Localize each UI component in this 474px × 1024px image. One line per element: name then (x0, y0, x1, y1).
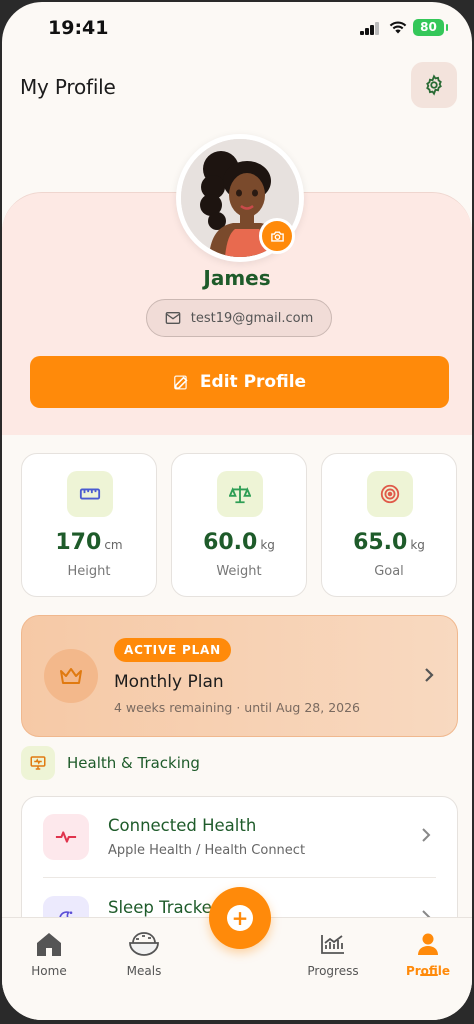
chart-icon (293, 928, 373, 960)
list-item-title: Sleep Tracker (108, 898, 219, 917)
user-name: James (203, 266, 271, 290)
camera-icon (270, 230, 284, 242)
heartbeat-icon (43, 814, 89, 860)
plus-icon: + (227, 905, 253, 931)
nav-label: Meals (126, 964, 162, 978)
edit-icon (174, 374, 188, 390)
mail-icon (165, 312, 181, 324)
change-photo-button[interactable] (259, 218, 295, 254)
stat-card-goal: 65.0 kg Goal (321, 453, 457, 597)
section-title: Health & Tracking (67, 754, 200, 772)
wifi-icon (389, 21, 407, 34)
edit-profile-button[interactable]: Edit Profile (30, 356, 449, 408)
stat-card-height: 170 cm Height (21, 453, 157, 597)
add-button[interactable]: + (209, 887, 271, 949)
plan-subtitle: 4 weeks remaining · until Aug 28, 2026 (114, 700, 361, 715)
divider (43, 877, 436, 878)
stat-unit: cm (104, 538, 123, 552)
stat-label: Goal (374, 564, 404, 579)
person-icon (388, 928, 468, 960)
nav-item-progress[interactable]: Progress (293, 928, 373, 978)
nav-item-home[interactable]: Home (9, 928, 89, 978)
list-item-title: Connected Health (108, 816, 257, 835)
plan-name: Monthly Plan (114, 672, 224, 692)
stat-label: Height (67, 564, 111, 579)
list-item-subtitle: Apple Health / Health Connect (108, 843, 306, 858)
page-title: My Profile (20, 75, 116, 99)
stat-label: Weight (216, 564, 262, 579)
app-screen: 19:41 80 My Profile James test19@gmail.c… (2, 2, 472, 1020)
ruler-icon (67, 471, 113, 517)
status-bar: 19:41 80 (2, 2, 472, 54)
active-tab-indicator (420, 974, 438, 976)
chevron-right-icon (422, 828, 431, 842)
stat-unit: kg (410, 538, 425, 552)
stat-value: 65.0 (353, 530, 408, 555)
plan-status-badge: ACTIVE PLAN (114, 638, 231, 662)
stat-card-weight: 60.0 kg Weight (171, 453, 307, 597)
gear-icon (426, 74, 442, 96)
battery-indicator: 80 (413, 19, 448, 36)
nav-label: Progress (307, 964, 359, 978)
nav-label: Home (31, 964, 67, 978)
signal-icon (360, 22, 380, 35)
chevron-right-icon (425, 668, 434, 682)
list-item-connected-health[interactable]: Connected Health Apple Health / Health C… (22, 797, 457, 878)
settings-button[interactable] (411, 62, 457, 108)
nav-item-profile[interactable]: Profile (388, 928, 468, 978)
active-plan-card[interactable]: ACTIVE PLAN Monthly Plan 4 weeks remaini… (21, 615, 458, 737)
nav-item-meals[interactable]: Meals (104, 928, 184, 978)
home-icon (9, 928, 89, 960)
stat-unit: kg (260, 538, 275, 552)
scale-icon (217, 471, 263, 517)
email-text: test19@gmail.com (190, 310, 314, 326)
target-icon (367, 471, 413, 517)
monitor-icon (21, 746, 55, 780)
stat-value: 60.0 (203, 530, 258, 555)
edit-profile-label: Edit Profile (199, 372, 307, 392)
email-badge: test19@gmail.com (146, 299, 332, 337)
status-time: 19:41 (48, 17, 109, 39)
stat-value: 170 (55, 530, 102, 555)
crown-icon (44, 649, 98, 703)
bowl-icon (104, 928, 184, 960)
